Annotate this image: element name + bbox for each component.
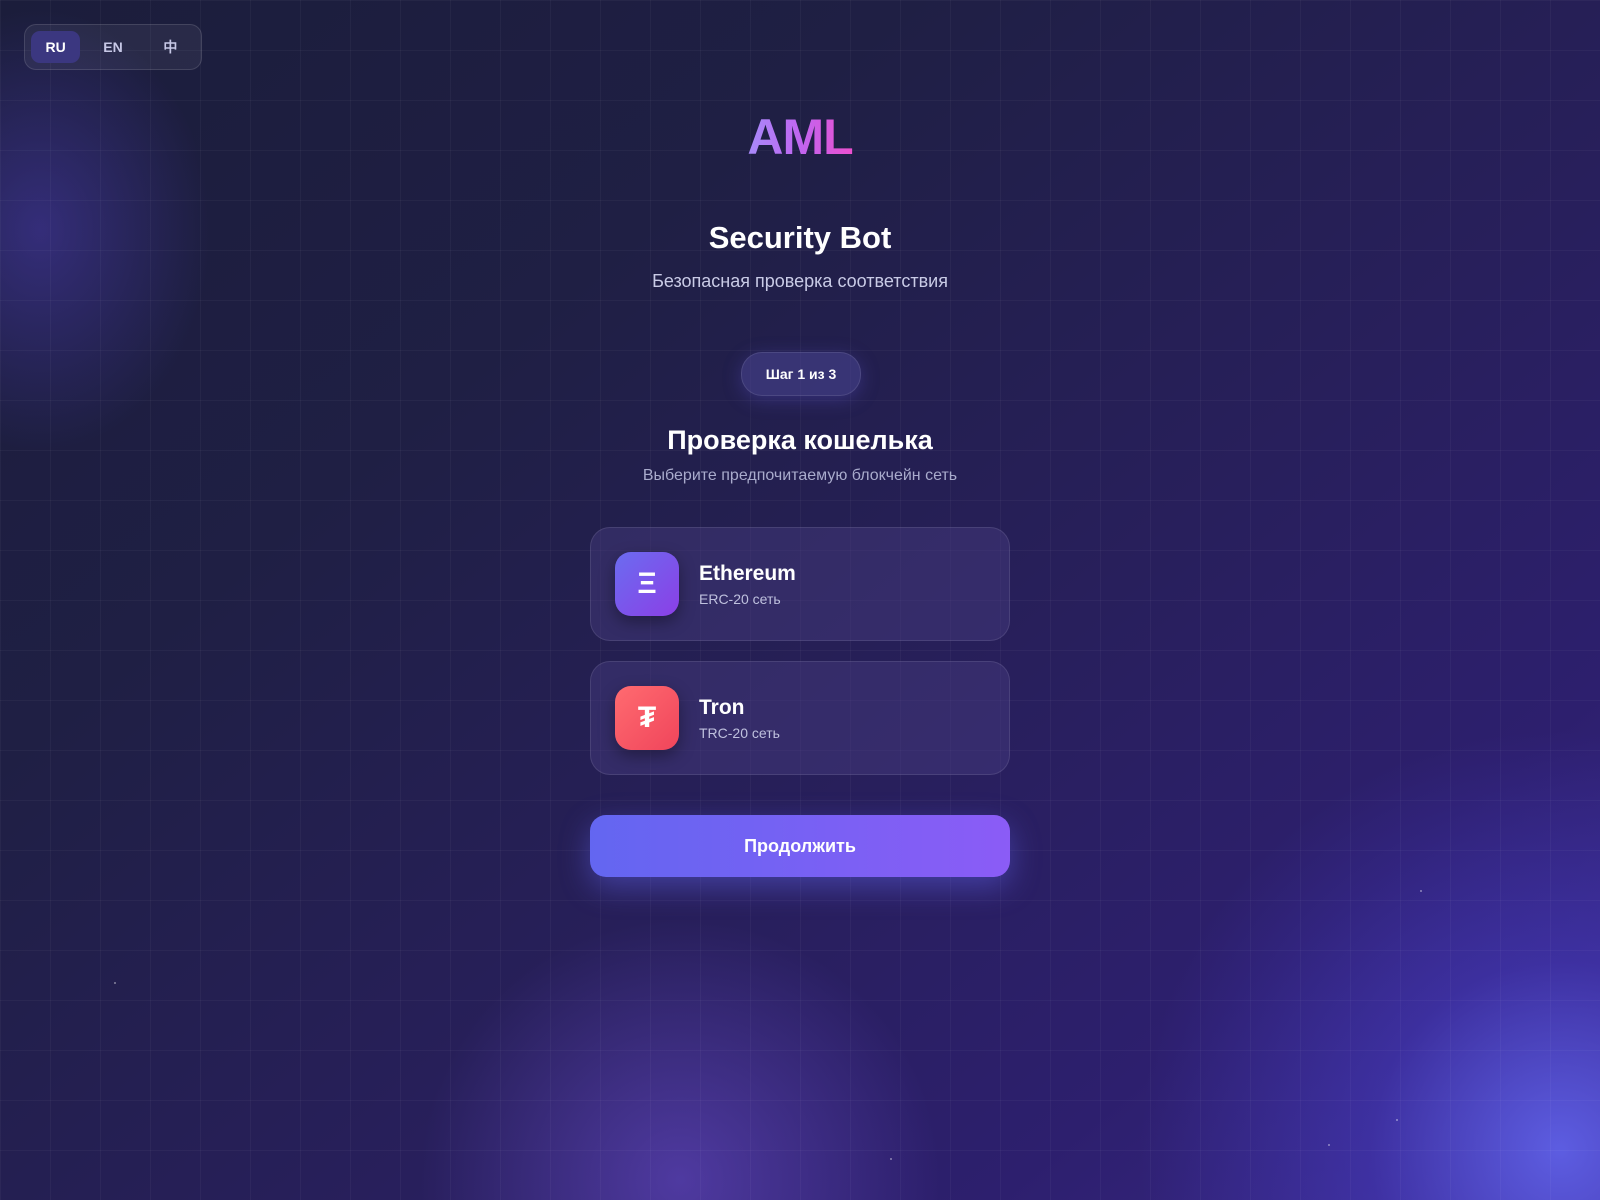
background-star [1328,1144,1330,1146]
network-name: Tron [699,696,745,719]
logo: AML [0,108,1600,166]
background-star [114,982,116,984]
app-subtitle: Безопасная проверка соответствия [652,271,948,291]
tether-icon: ₮ [615,686,679,750]
language-option-zh[interactable]: 中 [146,31,195,63]
step-indicator: Шаг 1 из 3 [741,352,861,396]
network-standard: TRC-20 сеть [699,725,780,741]
network-option-tron[interactable]: ₮ Tron TRC-20 сеть [590,661,1010,775]
language-option-en[interactable]: EN [88,31,137,63]
section-hint: Выберите предпочитаемую блокчейн сеть [642,467,958,484]
network-option-text: Ethereum ERC-20 сеть [699,561,796,607]
language-switcher: RU EN 中 [24,24,202,70]
logo-text: AML [747,109,853,165]
network-name: Ethereum [699,562,796,585]
language-option-ru[interactable]: RU [31,31,81,63]
ethereum-icon: Ξ [615,552,679,616]
app-title: Security Bot [708,220,892,255]
background-star [1396,1119,1398,1121]
background-star [890,1158,892,1160]
background-star [1420,890,1422,892]
continue-button[interactable]: Продолжить [590,815,1010,877]
network-option-ethereum[interactable]: Ξ Ethereum ERC-20 сеть [590,527,1010,641]
network-standard: ERC-20 сеть [699,591,781,607]
section-heading: Проверка кошелька [667,425,933,455]
network-option-text: Tron TRC-20 сеть [699,695,780,741]
